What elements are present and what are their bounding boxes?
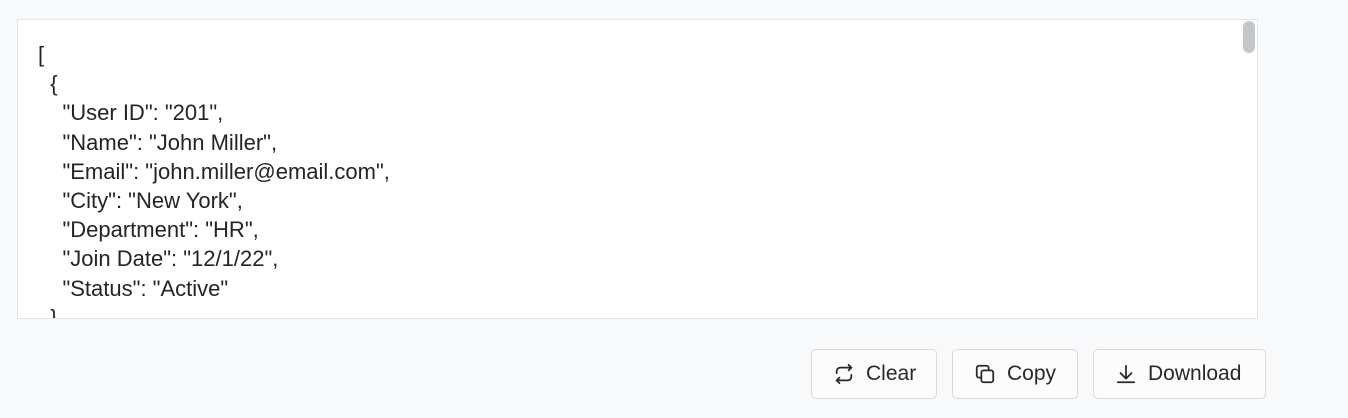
download-button[interactable]: Download — [1093, 349, 1266, 399]
copy-button[interactable]: Copy — [952, 349, 1078, 399]
download-button-label: Download — [1148, 362, 1242, 385]
json-output-panel[interactable]: [ { "User ID": "201", "Name": "John Mill… — [17, 19, 1258, 319]
clear-button-label: Clear — [866, 362, 917, 385]
copy-button-label: Copy — [1007, 362, 1057, 385]
vertical-scrollbar[interactable] — [1239, 20, 1257, 318]
json-output-text[interactable]: [ { "User ID": "201", "Name": "John Mill… — [38, 40, 390, 318]
copy-icon — [974, 363, 996, 385]
scrollbar-thumb[interactable] — [1243, 21, 1255, 53]
download-icon — [1115, 363, 1137, 385]
repeat-arrows-icon — [833, 363, 855, 385]
clear-button[interactable]: Clear — [811, 349, 937, 399]
action-buttons: Clear Copy Download — [811, 349, 1266, 399]
